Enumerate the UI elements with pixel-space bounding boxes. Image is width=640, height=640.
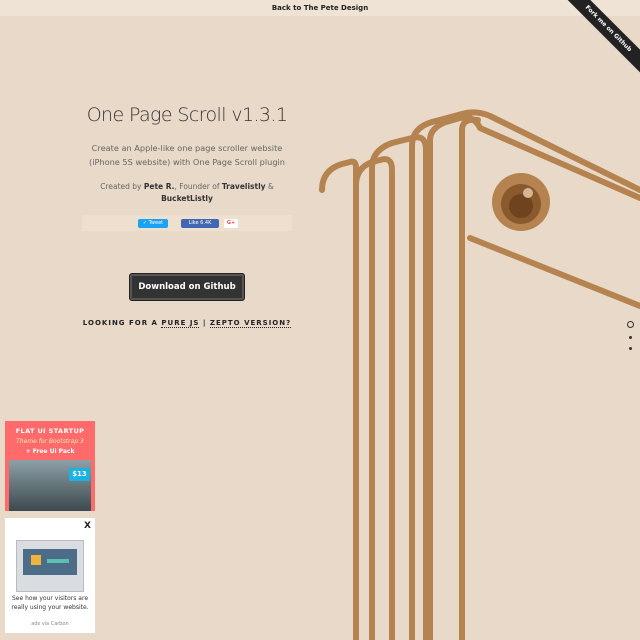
social-bar: ✓ Tweet Like 6.4K G+	[82, 215, 292, 232]
pure-prefix: LOOKING FOR A	[82, 319, 162, 328]
ad-image: $13	[9, 460, 91, 511]
fork-ribbon[interactable]: Fork me on Github	[560, 0, 640, 80]
facebook-like-button[interactable]: Like 6.4K	[181, 219, 219, 229]
ad-subtitle: Theme for Bootstrap 3	[16, 438, 84, 445]
pagination-dot-3[interactable]	[628, 347, 632, 350]
tweet-label: Tweet	[148, 220, 164, 227]
author-link[interactable]: Pete R.	[144, 182, 175, 191]
pagination-dot-1[interactable]	[626, 321, 634, 328]
ad-title: FLAT UI STARTUP	[15, 427, 85, 435]
page-pagination	[625, 321, 635, 358]
alternate-versions: LOOKING FOR A PURE JS | ZEPTO VERSION?	[82, 319, 292, 329]
shot-marker	[31, 555, 41, 565]
phone-outline-back-3	[319, 158, 359, 640]
phone-edge-front	[459, 116, 481, 640]
bucketlistly-link[interactable]: BucketListly	[161, 194, 213, 203]
ad-tagline: + Free Ui Pack	[25, 448, 75, 455]
top-bar: Back to The Pete Design	[0, 0, 640, 16]
close-icon[interactable]: X	[84, 521, 91, 531]
page-title: One Page Scroll v1.3.1	[86, 104, 288, 126]
subtitle-line-1: Create an Apple-like one page scroller w…	[91, 143, 283, 153]
hero: One Page Scroll v1.3.1 Create an Apple-l…	[82, 104, 292, 329]
ad-via[interactable]: ads via Carbon	[5, 621, 95, 627]
separator: |	[199, 319, 210, 328]
phone-screen-top	[467, 235, 640, 309]
pagination-dot-2[interactable]	[628, 336, 632, 339]
carbon-ad[interactable]: X See how your visitors are really using…	[5, 518, 95, 633]
credit-mid: , Founder of	[174, 182, 222, 192]
price-badge: $13	[69, 468, 90, 481]
pure-js-link[interactable]: PURE JS	[161, 319, 200, 329]
shot-bar	[47, 559, 69, 563]
tweet-button[interactable]: ✓ Tweet	[138, 219, 168, 229]
google-plus-button[interactable]: G+	[224, 219, 238, 229]
credit-amp: &	[265, 182, 274, 192]
credits: Created by Pete R., Founder of Travelist…	[82, 181, 292, 205]
camera-glint	[523, 188, 533, 198]
subtitle-line-2: (iPhone 5S website) with One Page Scroll…	[89, 156, 285, 167]
back-link[interactable]: Back to The Pete Design	[272, 4, 368, 12]
like-label: Like 6.4K	[188, 220, 212, 227]
ad-screenshot	[16, 540, 84, 592]
subtitle: Create an Apple-like one page scroller w…	[82, 142, 292, 169]
credit-prefix: Created by	[100, 182, 144, 192]
download-github-button[interactable]: Download on Github	[129, 273, 245, 302]
plus-label: G+	[226, 220, 236, 227]
zepto-link[interactable]: ZEPTO VERSION?	[209, 319, 292, 329]
travelistly-link[interactable]: Travelistly	[222, 182, 266, 191]
phone-outline-back-1	[369, 134, 429, 640]
ad-text: See how your visitors are really using y…	[11, 595, 89, 611]
flat-ui-ad[interactable]: FLAT UI STARTUP Theme for Bootstrap 3 + …	[5, 421, 95, 511]
fork-ribbon-label[interactable]: Fork me on Github	[560, 0, 640, 77]
